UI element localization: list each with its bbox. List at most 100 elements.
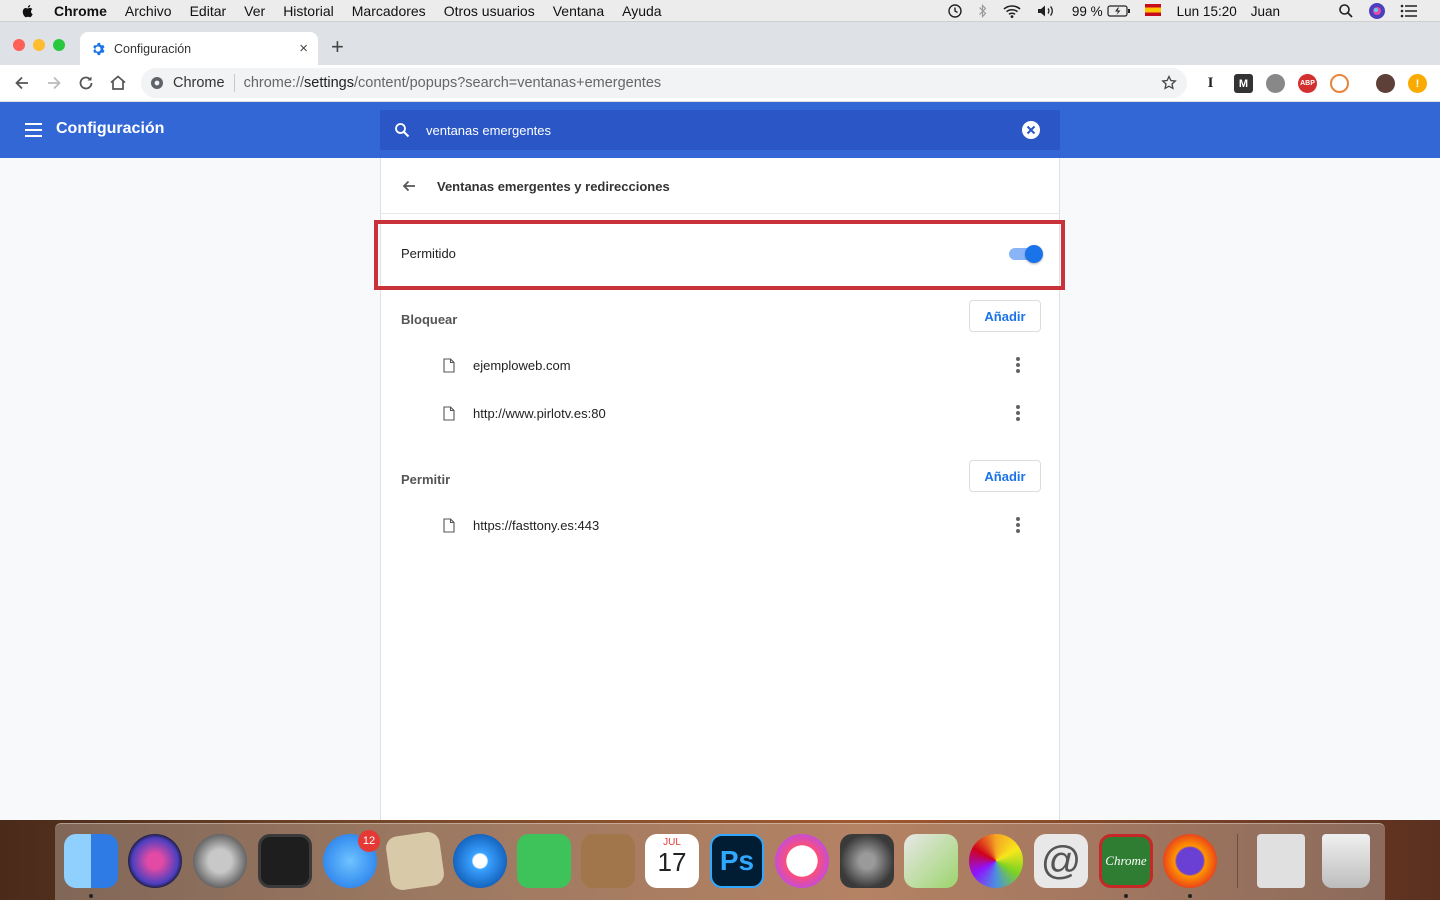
wifi-icon[interactable] [1002, 3, 1022, 19]
firefox-icon[interactable] [1163, 834, 1217, 888]
running-indicator [1188, 894, 1192, 898]
adblock-plus-extension-icon[interactable]: ABP [1298, 74, 1317, 93]
menu-app-name[interactable]: Chrome [54, 3, 107, 19]
volume-icon[interactable] [1036, 3, 1058, 19]
settings-page-title: Configuración [56, 120, 165, 137]
apple-menu-icon[interactable] [20, 3, 36, 19]
notification-center-icon[interactable] [1400, 4, 1418, 18]
menubar-clock[interactable]: Lun 15:20 [1177, 4, 1237, 19]
preview-icon[interactable] [384, 830, 446, 892]
spotlight-search-icon[interactable] [1338, 3, 1354, 19]
photoshop-label: Ps [719, 845, 755, 876]
maps-icon[interactable] [904, 834, 958, 888]
reload-icon[interactable] [76, 73, 96, 93]
chrome-update-alert-icon[interactable]: ! [1408, 74, 1427, 93]
bookmark-star-icon[interactable] [1161, 75, 1177, 91]
add-allowed-site-button[interactable]: Añadir [969, 460, 1041, 492]
page-icon [443, 518, 455, 533]
downloads-stack-icon[interactable] [1257, 834, 1305, 888]
url-host: settings [304, 75, 354, 91]
contacts-icon[interactable] [581, 834, 635, 888]
tab-close-button[interactable]: × [299, 40, 308, 57]
window-minimize-button[interactable] [33, 39, 45, 51]
calendar-day: 17 [657, 847, 687, 877]
omnibox-chrome-label: Chrome [173, 75, 225, 91]
allowed-label: Permitido [401, 246, 456, 261]
allow-section-label: Permitir [401, 472, 451, 487]
popups-allowed-toggle[interactable] [1009, 245, 1043, 263]
instapaper-extension-icon[interactable]: I [1201, 74, 1220, 93]
honey-extension-icon[interactable] [1330, 74, 1349, 93]
more-actions-icon[interactable] [1015, 357, 1021, 375]
macos-menu-bar: Chrome Archivo Editar Ver Historial Marc… [0, 0, 1440, 22]
profile-avatar[interactable] [1376, 74, 1395, 93]
settings-search-box[interactable] [380, 110, 1060, 150]
new-tab-button[interactable]: + [331, 34, 344, 60]
trash-icon[interactable] [1322, 834, 1370, 888]
secure-chrome-page-icon[interactable] [150, 76, 164, 90]
keyboard-layout-flag-icon[interactable] [1144, 4, 1161, 18]
window-close-button[interactable] [13, 39, 25, 51]
list-item: ejemploweb.com [381, 346, 1059, 386]
omnibox-separator [233, 74, 235, 92]
browser-toolbar: Chrome chrome://settings/content/popups?… [0, 65, 1440, 102]
popups-settings-card: Ventanas emergentes y redirecciones Perm… [374, 158, 1065, 820]
more-actions-icon[interactable] [1015, 405, 1021, 423]
settings-header: Configuración [0, 102, 1440, 158]
photoshop-icon[interactable]: Ps [710, 834, 764, 888]
window-zoom-button[interactable] [53, 39, 65, 51]
add-blocked-site-button[interactable]: Añadir [969, 300, 1041, 332]
settings-search-input[interactable] [426, 122, 986, 138]
mail-at-icon[interactable]: @ [1034, 834, 1088, 888]
tab-title: Configuración [114, 41, 192, 56]
app-store-update-badge: 12 [358, 830, 380, 852]
dock-divider [1237, 834, 1238, 888]
globe-extension-icon[interactable] [1266, 74, 1285, 93]
back-icon[interactable] [12, 73, 32, 93]
safari-icon[interactable] [453, 834, 507, 888]
back-arrow-icon[interactable] [401, 178, 417, 194]
chrome-dock-label: Chrome [1105, 853, 1147, 868]
battery-percentage[interactable]: 99 % [1072, 4, 1103, 19]
clear-search-icon[interactable] [1022, 121, 1040, 139]
menu-ayuda[interactable]: Ayuda [622, 3, 661, 19]
battery-icon[interactable] [1107, 4, 1131, 18]
siri-dock-icon[interactable] [128, 834, 182, 888]
photos-icon[interactable] [969, 834, 1023, 888]
system-preferences-icon[interactable] [840, 834, 894, 888]
menu-historial[interactable]: Historial [283, 3, 334, 19]
menubar-user[interactable]: Juan [1251, 4, 1280, 19]
subpage-header: Ventanas emergentes y redirecciones [381, 158, 1059, 214]
list-item: https://fasttony.es:443 [381, 506, 1059, 546]
menu-ventana[interactable]: Ventana [553, 3, 604, 19]
bluetooth-icon[interactable] [978, 3, 988, 19]
more-actions-icon[interactable] [1015, 517, 1021, 535]
highlight-box [374, 220, 1065, 290]
finder-icon[interactable] [64, 834, 118, 888]
search-icon [395, 123, 410, 138]
itunes-icon[interactable] [775, 834, 829, 888]
chrome-dock-icon[interactable]: Chrome [1099, 834, 1153, 888]
url-text[interactable]: chrome://settings/content/popups?search=… [244, 75, 662, 91]
tab-configuracion[interactable]: Configuración × [80, 32, 318, 65]
mendeley-extension-icon[interactable]: M [1234, 74, 1253, 93]
forward-icon[interactable] [44, 73, 64, 93]
facetime-icon[interactable] [517, 834, 571, 888]
menu-editar[interactable]: Editar [190, 3, 227, 19]
toggle-knob [1025, 245, 1043, 263]
address-bar[interactable]: Chrome chrome://settings/content/popups?… [141, 68, 1187, 98]
launchpad-icon[interactable] [193, 834, 247, 888]
menu-ver[interactable]: Ver [244, 3, 265, 19]
mission-control-icon[interactable] [258, 834, 312, 888]
running-indicator [89, 894, 93, 898]
menu-marcadores[interactable]: Marcadores [352, 3, 426, 19]
menu-archivo[interactable]: Archivo [125, 3, 172, 19]
menu-otros-usuarios[interactable]: Otros usuarios [444, 3, 535, 19]
main-menu-icon[interactable] [25, 123, 42, 137]
url-path: /content/popups?search=ventanas+emergent… [354, 75, 662, 91]
time-machine-icon[interactable] [946, 3, 964, 19]
siri-icon[interactable] [1368, 2, 1386, 20]
calendar-icon[interactable]: JUL 17 [645, 834, 699, 888]
site-host: https://fasttony.es:443 [473, 518, 600, 533]
home-icon[interactable] [108, 73, 128, 93]
